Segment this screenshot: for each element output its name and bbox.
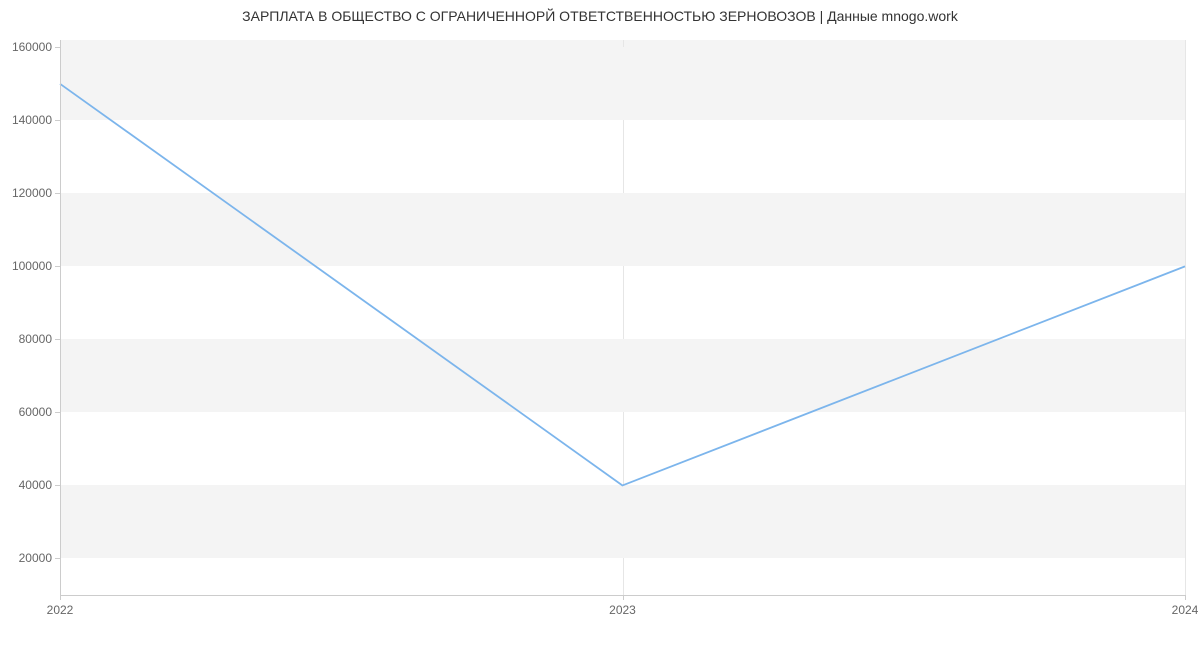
y-tick-mark [55, 339, 60, 340]
x-tick-mark [60, 595, 61, 600]
x-tick-label: 2022 [47, 603, 74, 617]
y-tick-mark [55, 412, 60, 413]
y-tick-label: 60000 [19, 405, 52, 419]
x-gridline [1185, 40, 1186, 595]
y-tick-label: 20000 [19, 551, 52, 565]
data-line [60, 84, 1185, 486]
x-tick-mark [623, 595, 624, 600]
y-tick-mark [55, 558, 60, 559]
y-tick-label: 100000 [12, 259, 52, 273]
x-tick-label: 2024 [1172, 603, 1199, 617]
y-tick-mark [55, 120, 60, 121]
y-tick-mark [55, 485, 60, 486]
y-tick-label: 160000 [12, 40, 52, 54]
y-tick-mark [55, 266, 60, 267]
plot-area: 2000040000600008000010000012000014000016… [60, 40, 1185, 595]
y-tick-label: 140000 [12, 113, 52, 127]
y-tick-label: 120000 [12, 186, 52, 200]
x-tick-label: 2023 [609, 603, 636, 617]
chart-container: ЗАРПЛАТА В ОБЩЕСТВО С ОГРАНИЧЕННОРЙ ОТВЕ… [0, 0, 1200, 650]
y-tick-label: 40000 [19, 478, 52, 492]
y-tick-mark [55, 193, 60, 194]
line-series [60, 40, 1185, 595]
chart-title: ЗАРПЛАТА В ОБЩЕСТВО С ОГРАНИЧЕННОРЙ ОТВЕ… [0, 8, 1200, 24]
y-tick-label: 80000 [19, 332, 52, 346]
y-axis [60, 40, 61, 595]
y-tick-mark [55, 47, 60, 48]
x-tick-mark [1185, 595, 1186, 600]
